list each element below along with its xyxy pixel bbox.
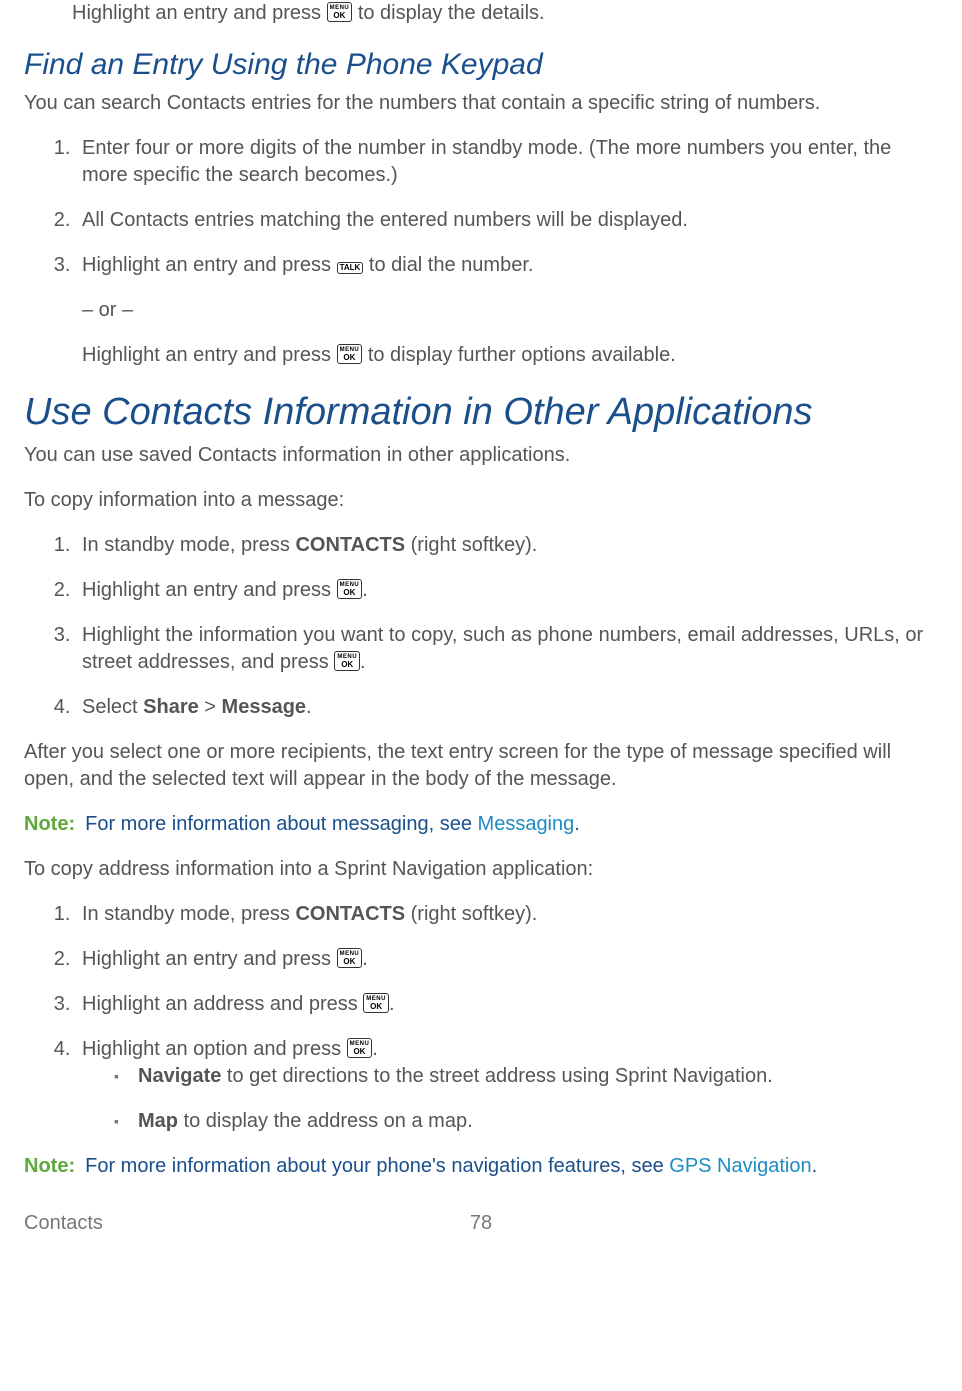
softkey-label: CONTACTS <box>295 903 405 925</box>
softkey-label: CONTACTS <box>295 534 405 556</box>
footer-section: Contacts <box>24 1212 103 1234</box>
list-item: Highlight an entry and press TALK to dia… <box>76 252 938 369</box>
list-item: Enter four or more digits of the number … <box>76 135 938 189</box>
subheading: To copy information into a message: <box>24 487 938 514</box>
text: Highlight an entry and press <box>72 2 327 24</box>
menu-ok-key-icon: MENUOK <box>347 1038 373 1058</box>
list-item: In standby mode, press CONTACTS (right s… <box>76 901 938 928</box>
menu-ok-key-icon: MENUOK <box>337 579 363 599</box>
list-item: Select Share > Message. <box>76 694 938 721</box>
steps-list-1: Enter four or more digits of the number … <box>24 135 938 369</box>
intro-line: Highlight an entry and press MENUOK to d… <box>72 0 938 27</box>
steps-list-2b: In standby mode, press CONTACTS (right s… <box>24 901 938 1135</box>
list-item: Map to display the address on a map. <box>114 1108 938 1135</box>
menu-ok-key-icon: MENUOK <box>337 344 363 364</box>
lead-text: You can search Contacts entries for the … <box>24 90 938 117</box>
list-item: Navigate to get directions to the street… <box>114 1063 938 1090</box>
menu-ok-key-icon: MENUOK <box>327 2 353 22</box>
menu-ok-key-icon: MENUOK <box>363 993 389 1013</box>
talk-key-icon: TALK <box>337 262 364 274</box>
menu-ok-key-icon: MENUOK <box>337 948 363 968</box>
or-separator: – or – <box>82 297 938 324</box>
list-item: Highlight an address and press MENUOK. <box>76 991 938 1018</box>
heading-find-entry: Find an Entry Using the Phone Keypad <box>24 45 938 86</box>
list-item: Highlight an entry and press MENUOK. <box>76 577 938 604</box>
options-bullets: Navigate to get directions to the street… <box>82 1063 938 1135</box>
alt-instruction: Highlight an entry and press MENUOK to d… <box>82 342 938 369</box>
list-item: Highlight an option and press MENUOK. Na… <box>76 1036 938 1135</box>
gps-navigation-link[interactable]: GPS Navigation <box>669 1155 811 1177</box>
lead-text: You can use saved Contacts information i… <box>24 442 938 469</box>
note-messaging: Note:For more information about messagin… <box>24 811 938 838</box>
note-navigation: Note:For more information about your pho… <box>24 1153 938 1180</box>
note-label: Note: <box>24 813 75 835</box>
text: to display the details. <box>352 2 544 24</box>
list-item: Highlight an entry and press MENUOK. <box>76 946 938 973</box>
list-item: All Contacts entries matching the entere… <box>76 207 938 234</box>
page-footer: Contacts 78 <box>24 1210 938 1234</box>
messaging-link[interactable]: Messaging <box>478 813 575 835</box>
body-text: After you select one or more recipients,… <box>24 739 938 793</box>
page-number: 78 <box>470 1210 492 1237</box>
note-label: Note: <box>24 1155 75 1177</box>
list-item: In standby mode, press CONTACTS (right s… <box>76 532 938 559</box>
menu-ok-key-icon: MENUOK <box>334 651 360 671</box>
heading-use-contacts: Use Contacts Information in Other Applic… <box>24 387 938 438</box>
list-item: Highlight the information you want to co… <box>76 622 938 676</box>
steps-list-2a: In standby mode, press CONTACTS (right s… <box>24 532 938 721</box>
subheading: To copy address information into a Sprin… <box>24 856 938 883</box>
